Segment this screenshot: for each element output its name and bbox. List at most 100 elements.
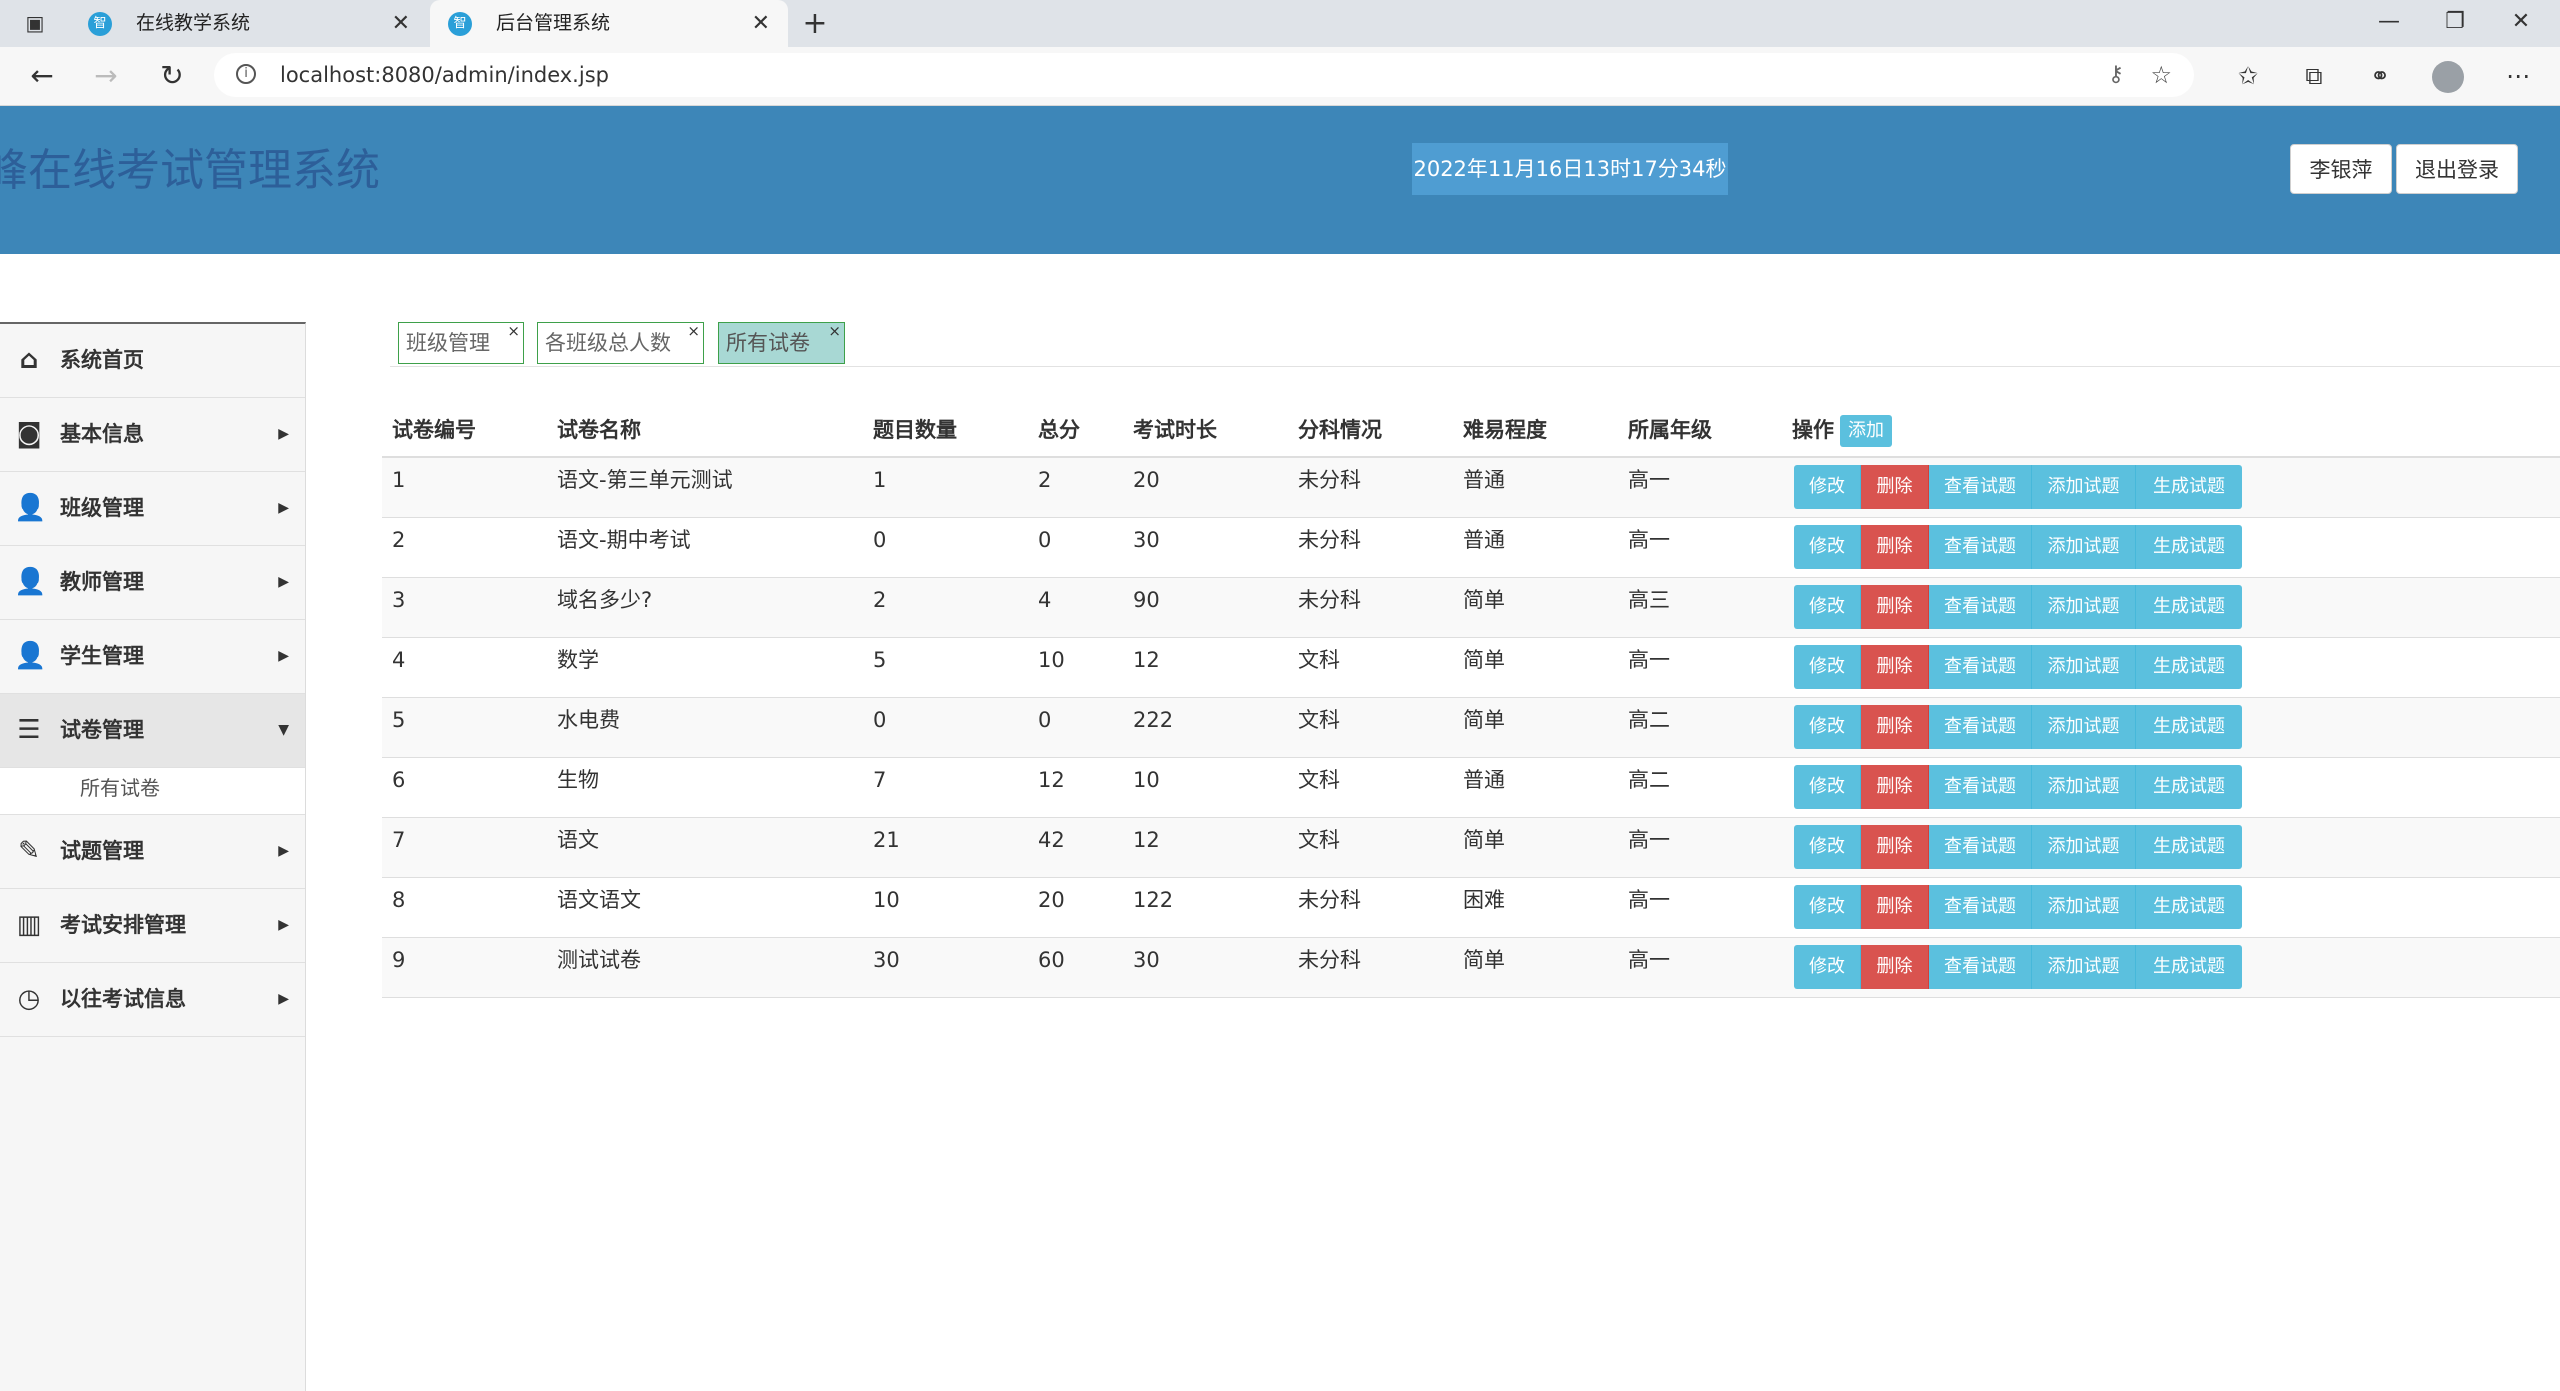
back-icon[interactable]: ← xyxy=(22,57,62,95)
edit-button[interactable]: 修改 xyxy=(1794,765,1861,809)
sidebar-item-class[interactable]: 👤 班级管理 ▶ xyxy=(0,472,305,546)
table-cell: 语文-第三单元测试 xyxy=(557,468,733,492)
table-cell: 0 xyxy=(1038,528,1052,552)
sidebar-item-basic-info[interactable]: ◙ 基本信息 ▶ xyxy=(0,398,305,472)
add-questions-button[interactable]: 添加试题 xyxy=(2032,945,2136,989)
delete-button[interactable]: 删除 xyxy=(1861,825,1929,869)
close-icon[interactable]: × xyxy=(507,311,520,351)
collections-icon[interactable]: ⧉ xyxy=(2294,57,2334,95)
extensions-icon[interactable]: ⚭ xyxy=(2360,57,2400,95)
page-tab-all-papers[interactable]: 所有试卷 × xyxy=(718,322,845,364)
table-row: 5 水电费 0 0 222 文科 简单 高二 修改 删除 查看试题 添加试题 生成试题 xyxy=(382,698,2560,758)
reload-icon[interactable]: ↻ xyxy=(152,57,192,95)
delete-button[interactable]: 删除 xyxy=(1861,525,1929,569)
close-icon[interactable]: × xyxy=(828,311,841,351)
close-icon[interactable]: ✕ xyxy=(392,0,410,47)
view-questions-button[interactable]: 查看试题 xyxy=(1929,585,2032,629)
view-questions-button[interactable]: 查看试题 xyxy=(1929,825,2032,869)
browser-tab-1[interactable]: 智 在线教学系统 ✕ xyxy=(70,0,428,47)
minimize-icon[interactable]: — xyxy=(2354,0,2424,47)
key-icon[interactable]: ⚷ xyxy=(2108,53,2124,97)
url-field[interactable]: i localhost:8080/admin/index.jsp ⚷ ☆ xyxy=(214,53,2194,97)
submenu-item-all-papers[interactable]: 所有试卷 xyxy=(0,768,305,815)
edit-button[interactable]: 修改 xyxy=(1794,585,1861,629)
edit-button[interactable]: 修改 xyxy=(1794,705,1861,749)
profile-avatar-icon[interactable] xyxy=(2428,57,2468,95)
add-questions-button[interactable]: 添加试题 xyxy=(2032,765,2136,809)
favorite-star-icon[interactable]: ☆ xyxy=(2150,53,2172,97)
sidebar-item-student[interactable]: 👤 学生管理 ▶ xyxy=(0,620,305,694)
tab-actions-icon[interactable]: ▣ xyxy=(22,11,48,35)
restore-icon[interactable]: ❐ xyxy=(2420,0,2490,47)
table-cell: 域名多少? xyxy=(557,588,653,612)
delete-button[interactable]: 删除 xyxy=(1861,765,1929,809)
view-questions-button[interactable]: 查看试题 xyxy=(1929,705,2032,749)
delete-button[interactable]: 删除 xyxy=(1861,465,1929,509)
edit-button[interactable]: 修改 xyxy=(1794,945,1861,989)
add-questions-button[interactable]: 添加试题 xyxy=(2032,645,2136,689)
browser-tab-2[interactable]: 智 后台管理系统 ✕ xyxy=(430,0,788,47)
generate-questions-button[interactable]: 生成试题 xyxy=(2136,825,2242,869)
view-questions-button[interactable]: 查看试题 xyxy=(1929,645,2032,689)
view-questions-button[interactable]: 查看试题 xyxy=(1929,465,2032,509)
edit-button[interactable]: 修改 xyxy=(1794,645,1861,689)
table-cell: 90 xyxy=(1133,588,1160,612)
sidebar-item-question[interactable]: ✎ 试题管理 ▶ xyxy=(0,815,305,889)
generate-questions-button[interactable]: 生成试题 xyxy=(2136,465,2242,509)
table-cell: 12 xyxy=(1133,828,1160,852)
edit-button[interactable]: 修改 xyxy=(1794,525,1861,569)
page-tab-class-count[interactable]: 各班级总人数 × xyxy=(537,322,704,364)
caret-right-icon: ▶ xyxy=(278,648,289,664)
sidebar-item-exam-schedule[interactable]: ▥ 考试安排管理 ▶ xyxy=(0,889,305,963)
view-questions-button[interactable]: 查看试题 xyxy=(1929,765,2032,809)
close-icon[interactable]: ✕ xyxy=(752,0,770,47)
table-cell: 测试试卷 xyxy=(557,948,641,972)
more-menu-icon[interactable]: ⋯ xyxy=(2498,57,2538,95)
add-questions-button[interactable]: 添加试题 xyxy=(2032,825,2136,869)
add-questions-button[interactable]: 添加试题 xyxy=(2032,885,2136,929)
view-questions-button[interactable]: 查看试题 xyxy=(1929,945,2032,989)
delete-button[interactable]: 删除 xyxy=(1861,885,1929,929)
table-cell: 30 xyxy=(1133,948,1160,972)
add-questions-button[interactable]: 添加试题 xyxy=(2032,585,2136,629)
generate-questions-button[interactable]: 生成试题 xyxy=(2136,885,2242,929)
generate-questions-button[interactable]: 生成试题 xyxy=(2136,645,2242,689)
add-questions-button[interactable]: 添加试题 xyxy=(2032,465,2136,509)
logout-button[interactable]: 退出登录 xyxy=(2396,144,2518,194)
sidebar-item-teacher[interactable]: 👤 教师管理 ▶ xyxy=(0,546,305,620)
edit-button[interactable]: 修改 xyxy=(1794,885,1861,929)
generate-questions-button[interactable]: 生成试题 xyxy=(2136,585,2242,629)
close-icon[interactable]: × xyxy=(687,311,700,351)
view-questions-button[interactable]: 查看试题 xyxy=(1929,525,2032,569)
delete-button[interactable]: 删除 xyxy=(1861,705,1929,749)
delete-button[interactable]: 删除 xyxy=(1861,945,1929,989)
delete-button[interactable]: 删除 xyxy=(1861,585,1929,629)
generate-questions-button[interactable]: 生成试题 xyxy=(2136,525,2242,569)
user-button[interactable]: 李银萍 xyxy=(2290,144,2392,194)
table-cell: 高一 xyxy=(1628,648,1670,672)
edit-button[interactable]: 修改 xyxy=(1794,825,1861,869)
view-questions-button[interactable]: 查看试题 xyxy=(1929,885,2032,929)
table-cell: 222 xyxy=(1133,708,1174,732)
new-tab-icon[interactable]: + xyxy=(800,0,830,47)
generate-questions-button[interactable]: 生成试题 xyxy=(2136,765,2242,809)
add-questions-button[interactable]: 添加试题 xyxy=(2032,525,2136,569)
forward-icon[interactable]: → xyxy=(86,57,126,95)
generate-questions-button[interactable]: 生成试题 xyxy=(2136,945,2242,989)
window-close-icon[interactable]: ✕ xyxy=(2486,0,2556,47)
sidebar-item-label: 以往考试信息 xyxy=(60,987,186,1011)
row-actions: 修改 删除 查看试题 添加试题 生成试题 xyxy=(1794,705,2242,749)
sidebar-item-paper[interactable]: ☰ 试卷管理 ▼ xyxy=(0,694,305,768)
add-paper-button[interactable]: 添加 xyxy=(1840,415,1892,447)
generate-questions-button[interactable]: 生成试题 xyxy=(2136,705,2242,749)
table-cell: 2 xyxy=(392,528,406,552)
delete-button[interactable]: 删除 xyxy=(1861,645,1929,689)
add-questions-button[interactable]: 添加试题 xyxy=(2032,705,2136,749)
favorites-icon[interactable]: ✩ xyxy=(2228,57,2268,95)
column-header: 试卷名称 xyxy=(557,418,641,442)
page-tab-class[interactable]: 班级管理 × xyxy=(398,322,524,364)
sidebar-item-home[interactable]: ⌂ 系统首页 xyxy=(0,324,305,398)
sidebar-item-past-exams[interactable]: ◷ 以往考试信息 ▶ xyxy=(0,963,305,1037)
info-icon[interactable]: i xyxy=(236,64,256,84)
edit-button[interactable]: 修改 xyxy=(1794,465,1861,509)
